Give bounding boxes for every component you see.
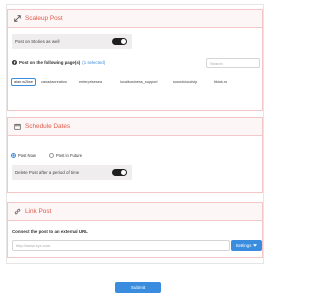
pages-selected-count: (1 selected) [82,60,106,65]
page-chip-localbusiness-support[interactable]: localbusiness_support [118,78,160,86]
settings-button[interactable]: Settings [231,240,262,251]
stories-toggle-label: Post on Stories as well [15,39,60,44]
stories-toggle[interactable] [112,38,127,45]
link-icon [14,208,21,215]
delete-after-row: Delete Post after a period of time [12,165,132,180]
scaleup-panel-header: Scaleup Post [8,10,262,28]
post-now-option[interactable]: Post Now [11,153,36,158]
scaleup-panel-title: Scaleup Post [25,15,63,22]
settings-button-label: Settings [235,243,252,248]
post-future-radio[interactable] [49,153,54,158]
schedule-panel: Schedule Dates Post Now Post in Future D… [7,117,263,193]
page-chip-tiktok[interactable]: tiktok.ro [212,78,229,86]
post-now-radio[interactable] [11,153,16,158]
post-future-option[interactable]: Post in Future [49,153,82,158]
scaleup-panel-body: Post on Stories as well Post on the foll… [8,28,262,110]
post-now-label: Post Now [18,153,36,158]
schedule-panel-header: Schedule Dates [8,118,262,136]
page-chip-enterprisesea[interactable]: enterprisesea [77,78,104,86]
calendar-icon [14,123,21,130]
pages-search-input[interactable]: Search [206,58,260,68]
expand-arrows-icon [14,15,21,22]
link-panel-body: Connect the post to an external URL http… [8,221,262,257]
caret-down-icon [253,244,258,247]
facebook-icon [12,60,17,65]
submit-button[interactable]: Submit [115,282,161,293]
scaleup-panel: Scaleup Post Post on Stories as well Pos… [7,9,263,111]
delete-after-label: Delete Post after a period of time [15,170,80,175]
pages-label: Post on the following page(s) (1 selecte… [12,60,105,65]
schedule-panel-body: Post Now Post in Future Delete Post afte… [8,136,262,192]
external-url-input[interactable]: http://www.xyz.com [12,240,230,251]
link-panel-title: Link Post [25,208,52,215]
page-chip-canadacreation[interactable]: canadacreation [39,78,69,86]
page-chip-soundcloudvip[interactable]: soundcloudvip [171,78,199,86]
link-panel-header: Link Post [8,203,262,221]
connect-url-label: Connect the post to an external URL [12,229,88,234]
page-chip-alan[interactable]: alan.w2fwe [11,78,36,86]
link-panel: Link Post Connect the post to an externa… [7,202,263,258]
delete-after-toggle[interactable] [112,169,127,176]
schedule-panel-title: Schedule Dates [25,123,71,130]
pages-label-text: Post on the following page(s) [19,60,81,65]
post-future-label: Post in Future [56,153,83,158]
stories-toggle-row: Post on Stories as well [12,34,132,49]
post-options-container: Scaleup Post Post on Stories as well Pos… [6,4,264,264]
